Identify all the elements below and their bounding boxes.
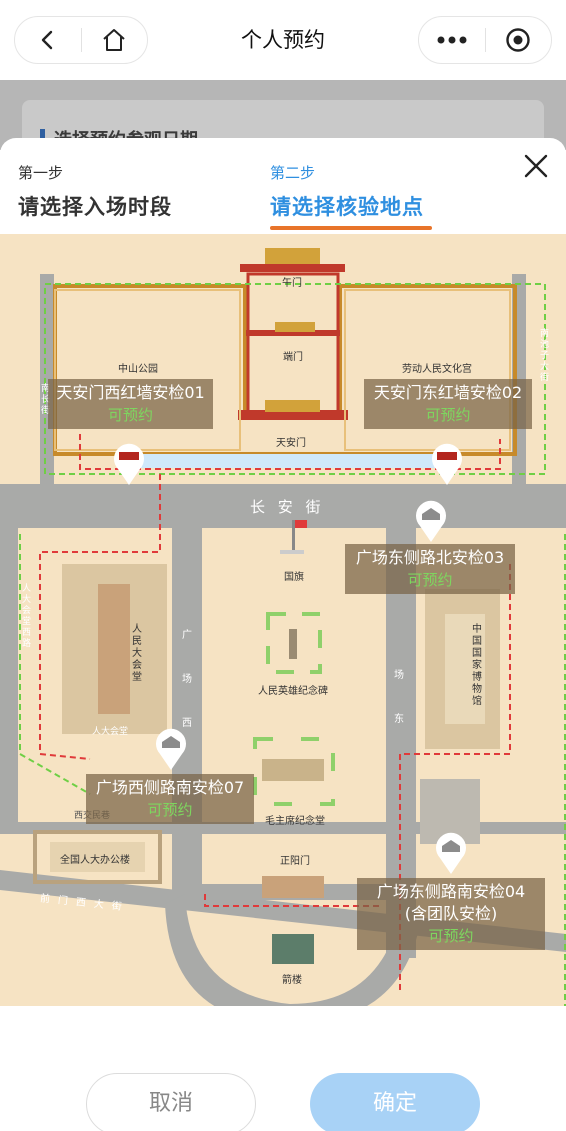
label-duanmen: 端门	[283, 352, 303, 363]
checkpoint-04-pin-icon[interactable]	[432, 828, 470, 876]
step-two-title: 请选择核验地点	[270, 195, 424, 219]
label-tiananmen: 天安门	[276, 438, 306, 449]
checkpoint-03-pin-icon[interactable]	[412, 496, 450, 544]
active-step-underline	[270, 226, 432, 230]
step-one-index: 第一步	[18, 164, 64, 182]
label-npc-office: 全国人大办公楼	[60, 855, 130, 866]
label-jianlou: 箭楼	[282, 975, 302, 986]
label-renda-east: 人大会堂	[92, 727, 129, 737]
checkpoint-04-sub: (含团队安检)	[404, 904, 498, 923]
checkpoint-02-status: 可预约	[425, 406, 471, 424]
nav-capsule-right	[418, 16, 552, 64]
nav-bar: 个人预约	[0, 0, 566, 80]
step-two-index: 第二步	[270, 164, 316, 182]
checkpoint-01-name: 天安门西红墙安检01	[56, 383, 205, 402]
checkpoint-01-label[interactable]: 天安门西红墙安检01 可预约	[48, 379, 213, 429]
checkpoint-03-status: 可预约	[407, 571, 453, 589]
label-zhengyangmen: 正阳门	[280, 856, 310, 867]
record-icon	[506, 28, 530, 52]
checkpoint-04-label[interactable]: 广场东侧路南安检04 (含团队安检) 可预约	[357, 878, 545, 950]
label-museum: 中国国家博物馆	[472, 624, 482, 707]
more-button[interactable]	[419, 17, 485, 63]
checkpoint-07-name: 广场西侧路南安检07	[95, 778, 245, 797]
venue-map: 午门 端门 天安门 中山公园 劳动人民文化宫 长 安 街 国旗 人民大会堂 人民…	[0, 234, 566, 1006]
checkpoint-02-pin-icon[interactable]	[428, 439, 466, 487]
label-nanchizi: 南池子大街	[540, 329, 550, 383]
checkpoint-04-status: 可预约	[428, 927, 474, 945]
checkpoint-02-label[interactable]: 天安门东红墙安检02 可预约	[364, 379, 532, 429]
label-monument: 人民英雄纪念碑	[258, 686, 328, 697]
step-one-title: 请选择入场时段	[18, 195, 172, 219]
checkpoint-01-pin-icon[interactable]	[110, 439, 148, 487]
location-sheet: 第一步 请选择入场时段 第二步 请选择核验地点 午门 端门 天安门 中山公园 劳…	[0, 138, 566, 1131]
checkpoint-07-label[interactable]: 广场西侧路南安检07 可预约	[86, 774, 254, 824]
label-mausoleum: 毛主席纪念堂	[265, 816, 325, 827]
label-great-hall: 人民大会堂	[132, 624, 142, 683]
step-two-tab[interactable]: 第二步 请选择核验地点	[270, 162, 424, 221]
label-flag: 国旗	[284, 572, 304, 583]
label-zhongshan-park: 中山公园	[118, 364, 158, 375]
label-labor-palace: 劳动人民文化宫	[402, 364, 472, 375]
cancel-button[interactable]: 取消	[86, 1073, 256, 1131]
close-miniprogram-button[interactable]	[486, 17, 552, 63]
checkpoint-02-name: 天安门东红墙安检02	[373, 383, 523, 402]
step-one-tab[interactable]: 第一步 请选择入场时段	[18, 162, 172, 221]
checkpoint-03-name: 广场东侧路北安检03	[355, 548, 505, 567]
close-button[interactable]	[522, 152, 550, 180]
checkpoint-07-status: 可预约	[147, 801, 193, 819]
label-changan-street: 长 安 街	[250, 498, 325, 516]
checkpoint-07-pin-icon[interactable]	[152, 724, 190, 772]
checkpoint-04-name: 广场东侧路南安检04	[376, 882, 526, 901]
label-wumen: 午门	[282, 278, 302, 289]
label-renda-west: 人大会堂西路	[22, 584, 32, 649]
checkpoint-03-label[interactable]: 广场东侧路北安检03 可预约	[345, 544, 515, 594]
checkpoint-01-status: 可预约	[107, 406, 153, 424]
more-dots-icon	[437, 36, 467, 44]
confirm-button[interactable]: 确定	[310, 1073, 480, 1131]
label-square-east: 场东	[394, 670, 404, 725]
close-icon	[524, 154, 548, 178]
